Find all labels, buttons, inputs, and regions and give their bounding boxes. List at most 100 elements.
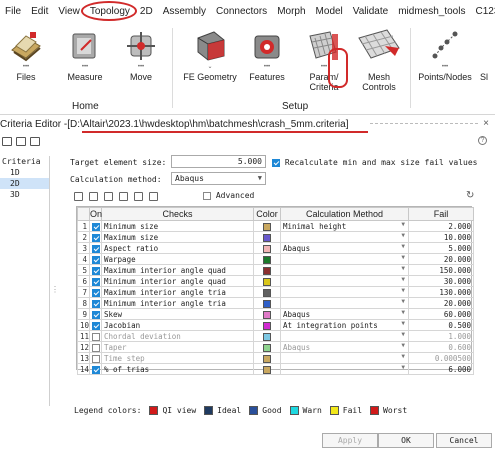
row-color-cell[interactable]: [253, 363, 281, 375]
row-method-cell[interactable]: ▼: [280, 264, 409, 276]
row-on-checkbox[interactable]: [92, 222, 100, 231]
row-color-cell[interactable]: [253, 286, 281, 298]
row-on-checkbox[interactable]: [92, 277, 100, 286]
help-icon[interactable]: ?: [478, 136, 487, 145]
table-row[interactable]: 5 Maximum interior angle quad ▼ 150.000: [77, 264, 474, 276]
menu-c123[interactable]: C123: [470, 6, 495, 17]
legend-swatch-qi-view[interactable]: [149, 406, 159, 415]
row-color-swatch[interactable]: [263, 288, 271, 297]
partial-button[interactable]: Sl: [480, 28, 495, 82]
row-color-swatch[interactable]: [263, 222, 271, 231]
edit-row-icon[interactable]: [134, 191, 143, 201]
row-fail-value[interactable]: 20.000: [408, 297, 474, 309]
table-row[interactable]: 3 Aspect ratio Abaqus ▼ 5.000: [77, 242, 474, 254]
row-fail-value[interactable]: 0.600: [408, 341, 474, 353]
row-on-cell[interactable]: [89, 330, 102, 342]
menu-validate[interactable]: Validate: [348, 6, 393, 17]
delete-icon[interactable]: [149, 191, 158, 201]
row-on-cell[interactable]: [89, 264, 102, 276]
row-method-cell[interactable]: Abaqus ▼: [280, 341, 409, 353]
row-fail-value[interactable]: 150.000: [408, 264, 474, 276]
row-color-swatch[interactable]: [263, 233, 271, 242]
table-row[interactable]: 1 Minimum size Minimal height ▼ 2.000: [77, 220, 474, 232]
row-method-cell[interactable]: Minimal height ▼: [280, 220, 409, 232]
recalculate-option[interactable]: Recalculate min and max size fail values: [272, 158, 477, 167]
table-row[interactable]: 4 Warpage ▼ 20.000: [77, 253, 474, 265]
tree-root[interactable]: Criteria: [0, 156, 49, 167]
row-on-checkbox[interactable]: [92, 343, 100, 352]
row-on-cell[interactable]: [89, 231, 102, 243]
row-color-cell[interactable]: [253, 242, 281, 254]
row-on-checkbox[interactable]: [92, 299, 100, 308]
table-row[interactable]: 7 Maximum interior angle tria ▼ 130.000: [77, 286, 474, 298]
legend-swatch-worst[interactable]: [370, 406, 380, 415]
add-row-icon[interactable]: [119, 191, 128, 201]
row-color-cell[interactable]: [253, 220, 281, 232]
row-color-cell[interactable]: [253, 330, 281, 342]
row-on-cell[interactable]: [89, 253, 102, 265]
cancel-button[interactable]: Cancel: [436, 433, 492, 448]
recalculate-checkbox[interactable]: [272, 158, 280, 167]
menu-edit[interactable]: Edit: [26, 6, 53, 17]
row-color-cell[interactable]: [253, 352, 281, 364]
row-color-swatch[interactable]: [263, 321, 271, 330]
row-on-checkbox[interactable]: [92, 321, 100, 330]
header-fail[interactable]: Fail: [408, 207, 474, 221]
legend-swatch-fail[interactable]: [329, 406, 339, 415]
row-on-cell[interactable]: [89, 308, 102, 320]
menu-morph[interactable]: Morph: [272, 6, 310, 17]
close-icon[interactable]: ×: [483, 118, 489, 129]
row-on-cell[interactable]: [89, 286, 102, 298]
row-fail-value[interactable]: 0.500: [408, 319, 474, 331]
row-on-checkbox[interactable]: [92, 354, 100, 363]
mesh-controls-button[interactable]: Mesh Controls: [352, 28, 406, 92]
table-row[interactable]: 8 Minimum interior angle tria ▼ 20.000: [77, 297, 474, 309]
row-color-cell[interactable]: [253, 297, 281, 309]
row-fail-value[interactable]: 60.000: [408, 308, 474, 320]
row-color-cell[interactable]: [253, 231, 281, 243]
row-fail-value[interactable]: 2.000: [408, 220, 474, 232]
tree-item-2d[interactable]: 2D: [0, 178, 49, 189]
save-icon[interactable]: [16, 136, 26, 146]
row-method-cell[interactable]: ▼: [280, 286, 409, 298]
row-color-cell[interactable]: [253, 308, 281, 320]
row-color-swatch[interactable]: [263, 266, 271, 275]
row-method-cell[interactable]: ▼: [280, 275, 409, 287]
row-on-cell[interactable]: [89, 275, 102, 287]
row-color-cell[interactable]: [253, 253, 281, 265]
row-method-cell[interactable]: ▼: [280, 253, 409, 265]
header-color[interactable]: Color: [253, 207, 281, 221]
row-color-cell[interactable]: [253, 264, 281, 276]
points-nodes-button[interactable]: ••• Points/Nodes: [414, 28, 476, 82]
row-on-cell[interactable]: [89, 341, 102, 353]
row-color-swatch[interactable]: [263, 343, 271, 352]
row-color-swatch[interactable]: [263, 354, 271, 363]
row-method-cell[interactable]: ▼: [280, 352, 409, 364]
tree-item-1d[interactable]: 1D: [0, 167, 49, 178]
table-row[interactable]: 13 Time step ▼ 0.000500: [77, 352, 474, 364]
header-checks[interactable]: Checks: [101, 207, 254, 221]
row-on-cell[interactable]: [89, 297, 102, 309]
table-row[interactable]: 2 Maximum size ▼ 10.000: [77, 231, 474, 243]
row-on-cell[interactable]: [89, 352, 102, 364]
row-color-cell[interactable]: [253, 341, 281, 353]
open-folder-icon[interactable]: [2, 136, 12, 146]
advanced-option[interactable]: Advanced: [203, 191, 254, 200]
row-on-checkbox[interactable]: [92, 310, 100, 319]
row-fail-value[interactable]: 10.000: [408, 231, 474, 243]
row-color-swatch[interactable]: [263, 255, 271, 264]
row-method-cell[interactable]: Abaqus ▼: [280, 308, 409, 320]
row-method-cell[interactable]: ▼: [280, 231, 409, 243]
table-row[interactable]: 12 Taper Abaqus ▼ 0.600: [77, 341, 474, 353]
table-row[interactable]: 10 Jacobian At integration points ▼ 0.500: [77, 319, 474, 331]
row-color-swatch[interactable]: [263, 244, 271, 253]
row-method-cell[interactable]: ▼: [280, 297, 409, 309]
row-fail-value[interactable]: 6.000: [408, 363, 474, 375]
legend-swatch-ideal[interactable]: [204, 406, 214, 415]
copy-icon[interactable]: [104, 191, 113, 201]
row-color-swatch[interactable]: [263, 365, 271, 374]
fe-geometry-button[interactable]: ⌄ FE Geometry: [180, 28, 240, 82]
row-fail-value[interactable]: 30.000: [408, 275, 474, 287]
move-button[interactable]: ••• Move: [118, 28, 164, 82]
table-row[interactable]: 6 Minimum interior angle quad ▼ 30.000: [77, 275, 474, 287]
